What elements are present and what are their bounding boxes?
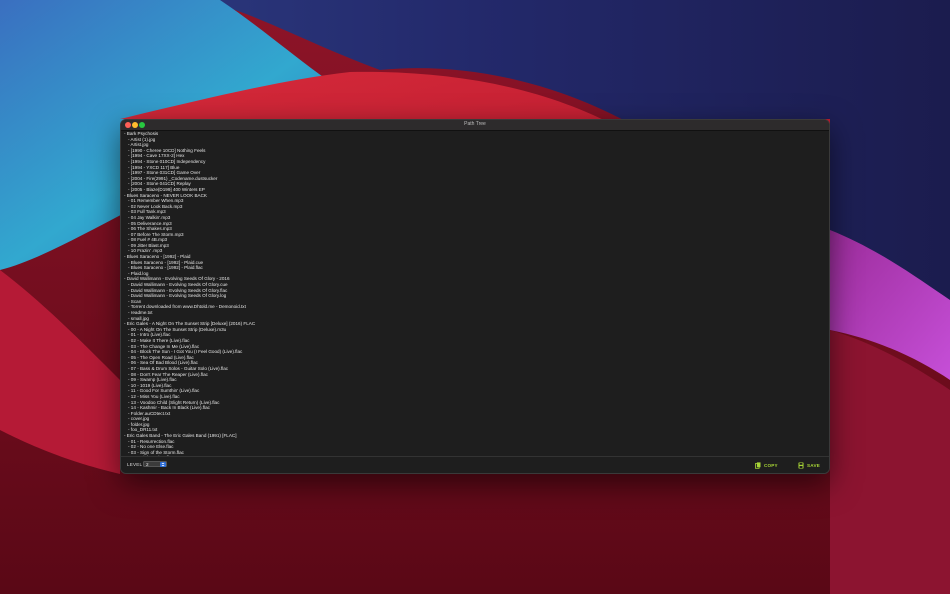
level-label: LEVEL — [127, 462, 143, 467]
path-tree-text-area[interactable]: - Bark Psychosis - Artist (1).jpg - Artist… — [121, 131, 829, 457]
title-bar: Path Tree — [121, 120, 829, 131]
bottom-toolbar: LEVEL 2 COPY SAVE — [121, 456, 829, 473]
copy-label: COPY — [764, 462, 778, 468]
level-stepper[interactable]: 2 — [143, 461, 167, 467]
path-tree-window: Path Tree - Bark Psychosis - Artist (1).j… — [120, 119, 830, 474]
save-button[interactable]: SAVE — [798, 461, 820, 469]
save-icon — [798, 462, 804, 468]
window-title: Path Tree — [464, 121, 486, 127]
copy-icon — [755, 461, 761, 469]
stepper-arrows-icon[interactable] — [160, 462, 166, 467]
level-value: 2 — [146, 462, 149, 467]
copy-button[interactable]: COPY — [755, 461, 778, 469]
save-label: SAVE — [807, 462, 820, 468]
